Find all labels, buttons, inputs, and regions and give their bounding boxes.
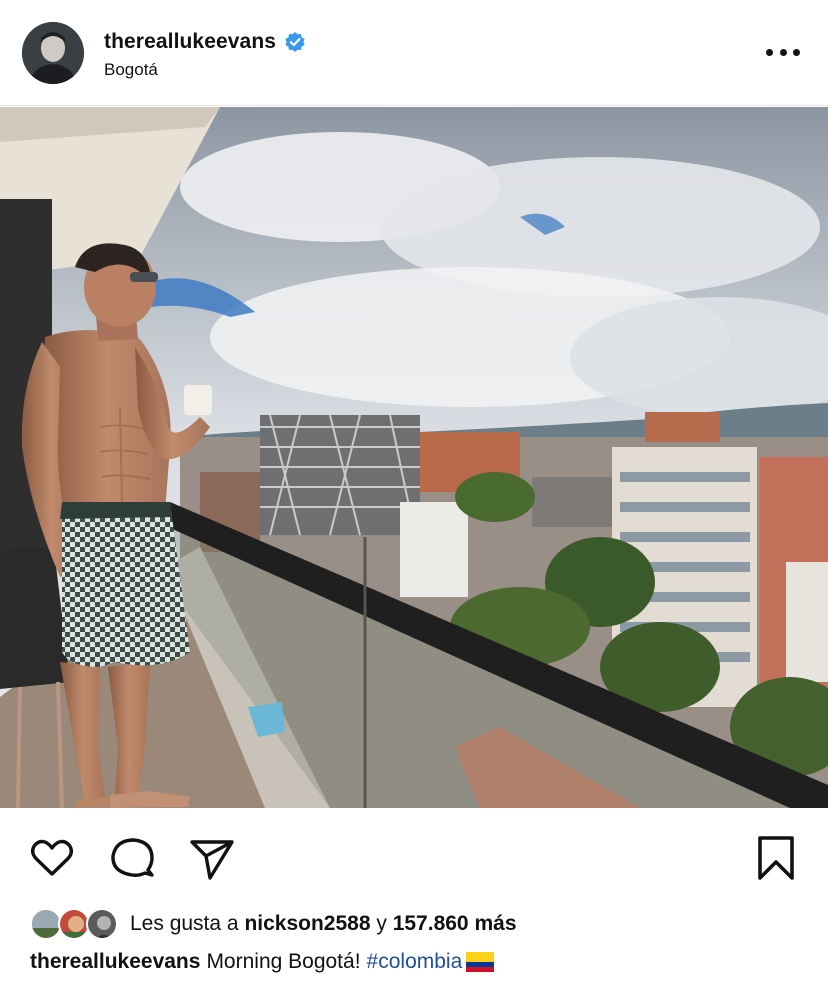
post-image[interactable] — [0, 107, 828, 808]
post-header: thereallukeevans Bogotá — [0, 0, 828, 106]
caption-text: Morning Bogotá! — [206, 950, 361, 973]
dot — [766, 48, 773, 56]
likes-prefix: Les gusta a — [130, 912, 239, 935]
profile-avatar[interactable] — [22, 22, 84, 84]
likes-user[interactable]: nickson2588 — [244, 912, 370, 935]
colombia-flag-icon — [466, 952, 495, 972]
comment-bubble-icon[interactable] — [108, 834, 156, 882]
bookmark-icon[interactable] — [752, 834, 800, 882]
user-info: thereallukeevans Bogotá — [104, 28, 306, 80]
dot — [779, 48, 787, 56]
post-location[interactable]: Bogotá — [104, 60, 306, 80]
verified-badge-icon — [284, 31, 306, 53]
caption-hashtag[interactable]: #colombia — [367, 950, 463, 974]
likes-summary[interactable]: Les gusta a nickson2588 y 157.860 más — [130, 912, 517, 936]
post-caption: thereallukeevans Morning Bogotá! #colomb… — [30, 950, 495, 974]
post-actions — [0, 808, 828, 904]
likes-suffix[interactable]: más — [474, 912, 516, 935]
liker-avatar — [86, 908, 118, 940]
heart-icon[interactable] — [28, 834, 76, 882]
liker-avatars[interactable] — [30, 906, 120, 942]
dot — [793, 48, 800, 56]
likes-count[interactable]: 157.860 — [393, 912, 469, 935]
more-options-icon[interactable] — [766, 38, 800, 66]
likes-connector: y — [376, 912, 387, 935]
paper-plane-icon[interactable] — [188, 834, 236, 882]
likes-row: Les gusta a nickson2588 y 157.860 más — [30, 904, 517, 944]
caption-username[interactable]: thereallukeevans — [30, 950, 200, 974]
post-username[interactable]: thereallukeevans — [104, 30, 276, 54]
